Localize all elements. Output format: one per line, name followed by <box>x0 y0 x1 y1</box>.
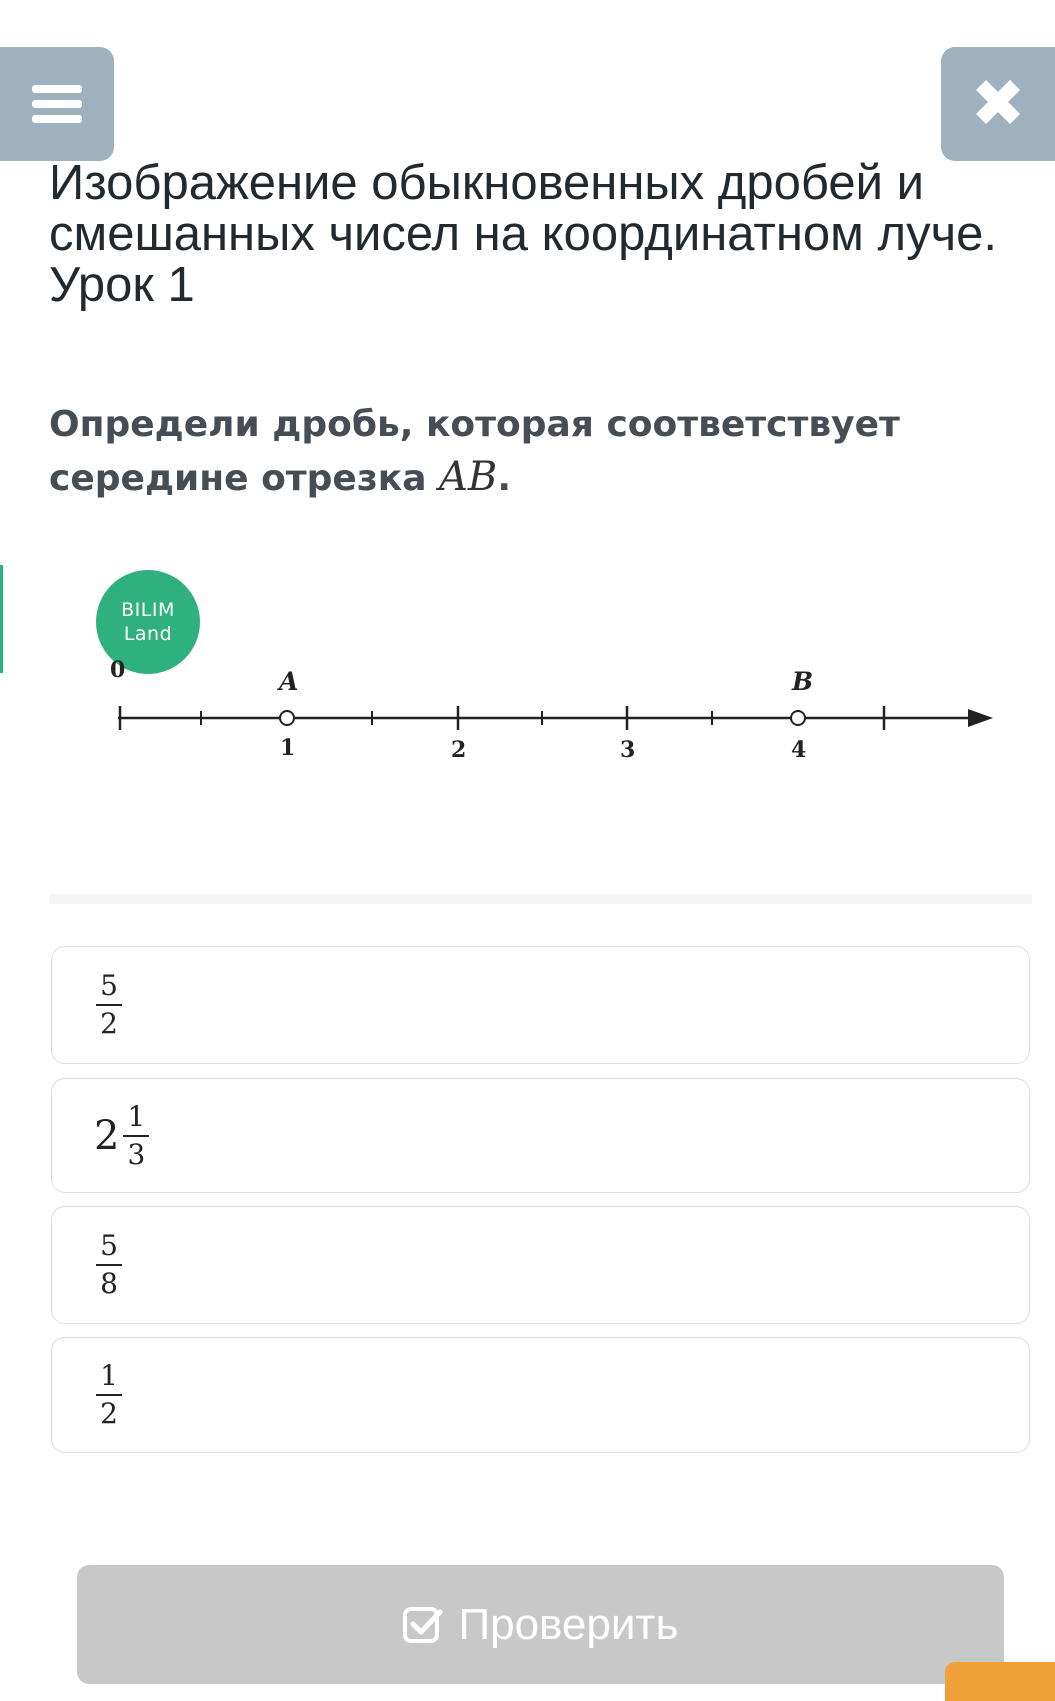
question-end: . <box>497 458 511 499</box>
fraction-bar <box>96 1004 122 1006</box>
tick-label-4: 4 <box>791 737 806 763</box>
close-button[interactable]: ✖ <box>941 47 1055 161</box>
denominator: 2 <box>100 1007 118 1040</box>
fraction-bar <box>96 1264 122 1266</box>
menu-icon <box>32 78 82 130</box>
numerator: 5 <box>100 969 118 1002</box>
denominator: 2 <box>100 1397 118 1430</box>
orange-corner-tab[interactable] <box>945 1662 1055 1701</box>
numerator: 1 <box>127 1099 146 1133</box>
answer-option-1[interactable]: 5 2 <box>51 946 1030 1064</box>
numerator: 5 <box>100 1229 118 1262</box>
close-icon: ✖ <box>970 65 1026 142</box>
answer-option-3[interactable]: 5 8 <box>51 1206 1030 1324</box>
logo-line-1: BILIM <box>121 599 175 621</box>
number-ray: 0 A B 1 2 3 4 <box>110 660 993 763</box>
question-text: Определи дробь, которая соответствует се… <box>49 398 1019 505</box>
fraction: 1 2 <box>96 1359 122 1431</box>
denominator: 8 <box>100 1267 118 1300</box>
point-b-label: B <box>791 667 813 696</box>
check-button-label: Проверить <box>458 1599 679 1649</box>
fraction: 5 2 <box>96 969 122 1041</box>
numerator: 1 <box>100 1359 118 1392</box>
tick-label-3: 3 <box>620 737 635 763</box>
answer-option-4[interactable]: 1 2 <box>51 1337 1030 1453</box>
bilimland-logo: BILIM Land <box>96 570 200 674</box>
divider <box>49 894 1032 904</box>
point-b-marker <box>790 710 806 726</box>
check-square-icon <box>403 1606 443 1643</box>
page-title: Изображение обыкновенных дробей и смешан… <box>49 156 997 312</box>
tick-label-1: 1 <box>280 735 295 761</box>
logo-line-2: Land <box>123 623 173 645</box>
point-a-marker <box>279 710 295 726</box>
fraction-bar <box>123 1134 150 1137</box>
check-button[interactable]: Проверить <box>77 1565 1004 1684</box>
point-a-label: A <box>277 667 298 696</box>
denominator: 3 <box>127 1137 146 1171</box>
whole-part: 2 <box>94 1112 120 1159</box>
answer-option-2[interactable]: 2 1 3 <box>51 1078 1030 1193</box>
ray-arrow <box>968 709 993 727</box>
fraction-bar <box>96 1394 122 1396</box>
menu-button[interactable] <box>0 47 114 161</box>
fraction: 5 8 <box>96 1229 122 1301</box>
tick-label-2: 2 <box>451 737 466 763</box>
side-accent <box>0 565 3 673</box>
fraction: 1 3 <box>123 1099 150 1172</box>
segment-label: AB <box>439 454 498 500</box>
origin-label: 0 <box>110 660 125 683</box>
